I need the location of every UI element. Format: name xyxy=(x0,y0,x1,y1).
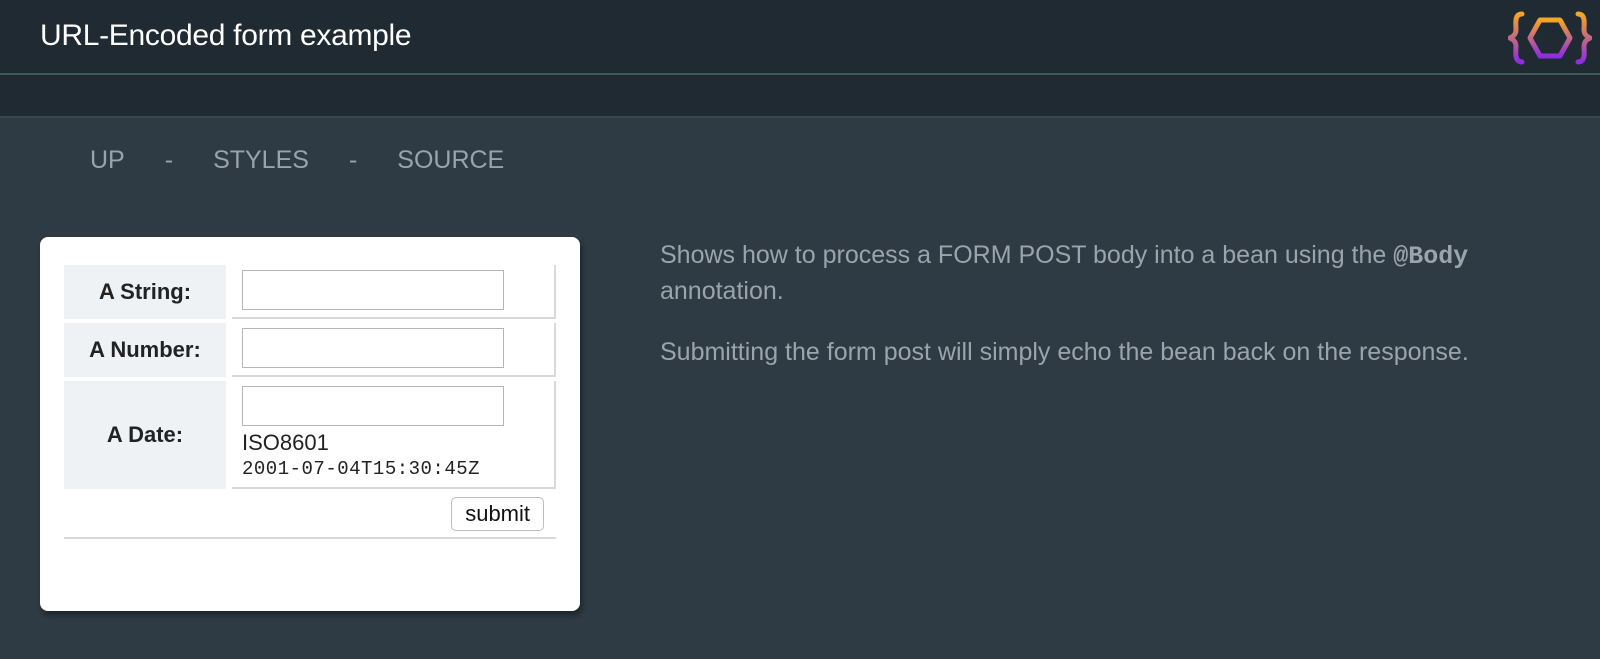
string-field-label: A String: xyxy=(64,265,226,319)
form-table: A String: A Number: A Date: ISO8601 2001… xyxy=(64,261,556,543)
date-field-cell: ISO8601 2001-07-04T15:30:45Z xyxy=(232,381,556,489)
form-row-number: A Number: xyxy=(64,323,556,377)
number-field-cell xyxy=(232,323,556,377)
page-title: URL-Encoded form example xyxy=(40,19,412,52)
header-bar: URL-Encoded form example xyxy=(0,0,1600,75)
description-paragraph-2: Submitting the form post will simply ech… xyxy=(660,338,1469,366)
number-input[interactable] xyxy=(242,328,504,368)
nav-link-up[interactable]: UP xyxy=(90,146,125,175)
nav-links: UP - STYLES - SOURCE xyxy=(90,146,504,175)
description-text: Shows how to process a FORM POST body in… xyxy=(660,241,1394,269)
form-row-submit: submit xyxy=(64,493,556,539)
string-field-cell xyxy=(232,265,556,319)
date-format-label: ISO8601 xyxy=(242,430,329,455)
sub-header-bar xyxy=(0,75,1600,118)
nav-link-source[interactable]: SOURCE xyxy=(397,146,504,175)
form-row-string: A String: xyxy=(64,265,556,319)
nav-separator: - xyxy=(164,146,174,174)
form-card: A String: A Number: A Date: ISO8601 2001… xyxy=(40,237,580,611)
juneau-logo-icon xyxy=(1508,11,1592,65)
date-input[interactable] xyxy=(242,386,504,426)
form-row-date: A Date: ISO8601 2001-07-04T15:30:45Z xyxy=(64,381,556,489)
number-field-label: A Number: xyxy=(64,323,226,377)
nav-separator: - xyxy=(348,146,358,174)
string-input[interactable] xyxy=(242,270,504,310)
date-field-label: A Date: xyxy=(64,381,226,489)
body-annotation-code: @Body xyxy=(1393,242,1469,271)
nav-link-styles[interactable]: STYLES xyxy=(213,146,309,175)
description-paragraph-1: Shows how to process a FORM POST body in… xyxy=(660,238,1560,308)
date-format-example: 2001-07-04T15:30:45Z xyxy=(242,458,481,480)
description-text: annotation. xyxy=(660,277,784,305)
description: Shows how to process a FORM POST body in… xyxy=(660,238,1560,396)
submit-button[interactable]: submit xyxy=(451,497,544,531)
